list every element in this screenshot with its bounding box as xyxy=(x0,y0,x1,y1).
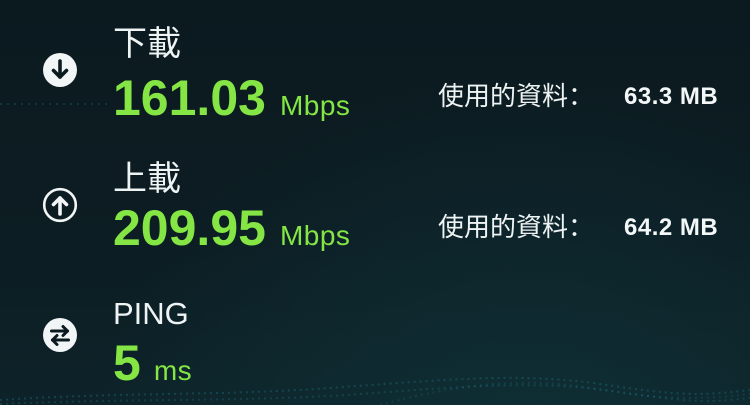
ping-swap-arrows-icon xyxy=(42,317,78,353)
download-arrow-icon xyxy=(42,52,78,88)
upload-data-used-value: 64.2 MB xyxy=(624,214,719,241)
ping-label: PING xyxy=(113,296,189,331)
ping-latency: 5 ms xyxy=(113,337,192,402)
download-data-used-value: 63.3 MB xyxy=(624,83,719,110)
ping-latency-unit: ms xyxy=(153,355,193,386)
upload-speed-unit: Mbps xyxy=(279,220,351,251)
upload-arrow-icon xyxy=(42,187,78,223)
upload-data-used-label: 使用的資料： xyxy=(438,213,595,243)
download-data-used-label: 使用的資料： xyxy=(438,82,595,112)
upload-speed-value: 209.95 xyxy=(113,200,266,256)
download-speed: 161.03 Mbps xyxy=(113,72,350,137)
download-speed-unit: Mbps xyxy=(279,90,351,121)
ping-latency-value: 5 xyxy=(113,335,141,391)
download-speed-value: 161.03 xyxy=(113,70,266,126)
upload-speed: 209.95 Mbps xyxy=(113,202,350,267)
download-label: 下載 xyxy=(113,24,181,64)
upload-label: 上載 xyxy=(113,159,181,199)
